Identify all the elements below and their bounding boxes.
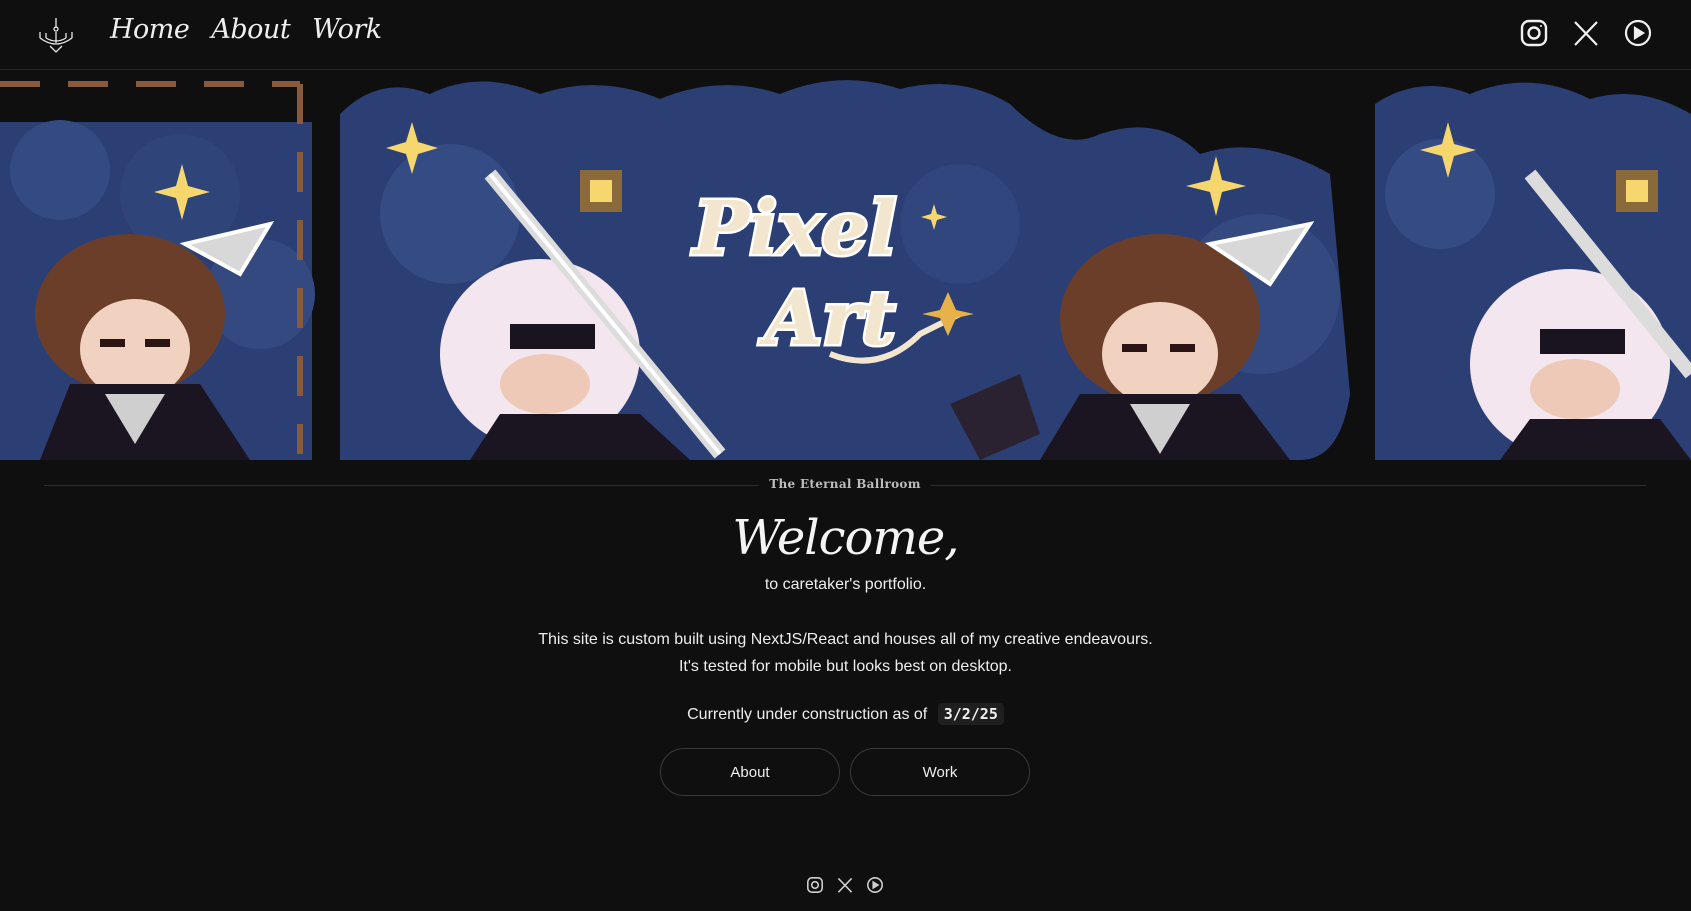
footer-social-links <box>806 876 884 894</box>
section-divider: The Eternal Ballroom <box>44 477 1646 491</box>
banner-art: Pixel Art <box>0 74 1691 460</box>
construction-notice: Currently under construction as of 3/2/2… <box>0 703 1691 725</box>
construction-text: Currently under construction as of <box>687 706 928 723</box>
banner-title-line2: Art <box>759 276 896 362</box>
x-icon[interactable] <box>836 876 854 894</box>
pixel-art-banner: Pixel Art <box>0 74 1691 460</box>
nav-link-about[interactable]: About <box>211 14 290 45</box>
play-circle-icon[interactable] <box>866 876 884 894</box>
work-button[interactable]: Work <box>850 748 1030 796</box>
nav-link-home[interactable]: Home <box>110 14 190 45</box>
about-button[interactable]: About <box>660 748 840 796</box>
chandelier-icon[interactable] <box>36 16 76 54</box>
nav-social-links <box>1519 18 1653 48</box>
top-navbar: Home About Work <box>0 0 1691 70</box>
divider-label: The Eternal Ballroom <box>759 477 931 491</box>
play-circle-icon[interactable] <box>1623 18 1653 48</box>
construction-date: 3/2/25 <box>937 703 1004 725</box>
nav-links: Home About Work <box>110 14 382 45</box>
nav-link-work[interactable]: Work <box>312 14 382 45</box>
instagram-icon[interactable] <box>806 876 824 894</box>
description-line-1: This site is custom built using NextJS/R… <box>538 631 1153 648</box>
x-icon[interactable] <box>1571 18 1601 48</box>
welcome-title: Welcome, <box>732 510 959 566</box>
site-description: This site is custom built using NextJS/R… <box>0 626 1691 680</box>
cta-buttons: About Work <box>660 748 1030 796</box>
welcome-subtitle: to caretaker's portfolio. <box>764 576 927 593</box>
instagram-icon[interactable] <box>1519 18 1549 48</box>
banner-title-line1: Pixel <box>691 186 896 272</box>
description-line-2: It's tested for mobile but looks best on… <box>678 658 1012 675</box>
